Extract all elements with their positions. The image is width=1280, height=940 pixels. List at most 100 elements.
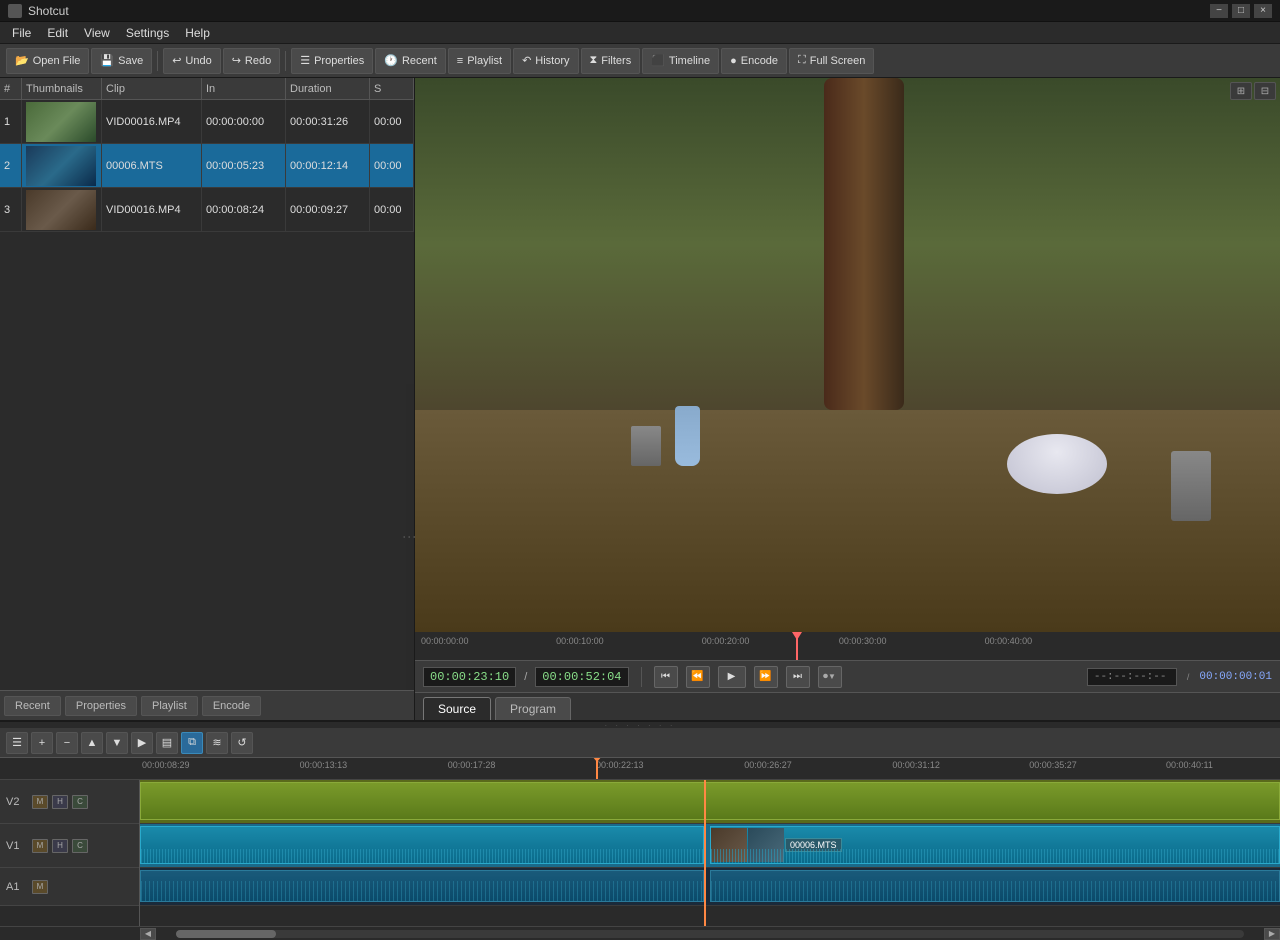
encode-icon: ● [730, 55, 737, 67]
play-button[interactable]: ▶ [718, 666, 746, 688]
scroll-left-arrow[interactable]: ◀ [140, 928, 156, 940]
skip-forward-button[interactable]: ⏭ [786, 666, 810, 688]
timeline-list-button[interactable]: ▤ [156, 732, 178, 754]
ruler-container: 00:00:00:00 00:00:10:00 00:00:20:00 00:0… [419, 632, 1276, 660]
v1-clip-right[interactable]: 00006.MTS [710, 826, 1280, 864]
playlist-button[interactable]: ≡ Playlist [448, 48, 511, 74]
titlebar-controls[interactable]: − □ × [1210, 4, 1272, 18]
timeline-button[interactable]: ⬛ Timeline [642, 48, 719, 74]
row2-clip: 00006.MTS [102, 144, 202, 187]
table-element [1007, 434, 1107, 494]
tab-playlist[interactable]: Playlist [141, 696, 198, 716]
track-v1-hide[interactable]: H [52, 839, 68, 853]
history-icon: ↶ [522, 54, 531, 67]
thumbnail-3 [26, 190, 96, 230]
menu-help[interactable]: Help [177, 24, 218, 42]
a1-cut-line [704, 868, 706, 905]
v2-clip[interactable] [140, 782, 1280, 820]
undo-button[interactable]: ↩ Undo [163, 48, 221, 74]
track-v1-lock[interactable]: C [72, 839, 88, 853]
restore-button[interactable]: □ [1232, 4, 1250, 18]
track-name-a1: A1 [6, 881, 28, 893]
panel-resize-handle[interactable]: ⋮ [406, 384, 414, 690]
timeline-scrollbar[interactable]: ◀ ▶ [0, 926, 1280, 940]
recent-icon: 🕐 [384, 54, 398, 67]
zoom-fit-button[interactable]: ⊞ [1230, 82, 1252, 100]
grid-button[interactable]: ⊟ [1254, 82, 1276, 100]
encode-button[interactable]: ● Encode [721, 48, 787, 74]
tl-mark-5: 00:00:31:12 [892, 760, 940, 770]
tl-mark-6: 00:00:35:27 [1029, 760, 1077, 770]
save-button[interactable]: 💾 Save [91, 48, 152, 74]
skip-back-button[interactable]: ⏮ [654, 666, 678, 688]
menu-view[interactable]: View [76, 24, 118, 42]
toolbar-separator-2 [285, 51, 286, 71]
timeline-loop-button[interactable]: ↺ [231, 732, 253, 754]
step-back-button[interactable]: ⏪ [686, 666, 710, 688]
timeline-down-button[interactable]: ▼ [106, 732, 128, 754]
tab-properties[interactable]: Properties [65, 696, 137, 716]
timeline-menu-button[interactable]: ☰ [6, 732, 28, 754]
step-forward-button[interactable]: ⏩ [754, 666, 778, 688]
timeline-ripple-button[interactable]: ▶ [131, 732, 153, 754]
timeline-icon: ⬛ [651, 54, 665, 67]
track-v1-mute[interactable]: M [32, 839, 48, 853]
row1-clip: VID00016.MP4 [102, 100, 202, 143]
ruler-mark-1: 00:00:10:00 [556, 636, 604, 646]
row2-dur: 00:00:12:14 [286, 144, 370, 187]
menu-settings[interactable]: Settings [118, 24, 177, 42]
redo-button[interactable]: ↪ Redo [223, 48, 281, 74]
chair-element [631, 426, 661, 466]
close-button[interactable]: × [1254, 4, 1272, 18]
playlist-row-1[interactable]: 1 VID00016.MP4 00:00:00:00 00:00:31:26 0… [0, 100, 414, 144]
timeline-scrub-button[interactable]: ≋ [206, 732, 228, 754]
timecode-current[interactable]: 00:00:23:10 [423, 667, 516, 687]
track-v2-lock[interactable]: C [72, 795, 88, 809]
playlist-row-2[interactable]: 2 00006.MTS 00:00:05:23 00:00:12:14 00:0… [0, 144, 414, 188]
a1-clip-left[interactable] [140, 870, 704, 902]
row1-dur: 00:00:31:26 [286, 100, 370, 143]
timeline-ruler[interactable]: 00:00:08:29 00:00:13:13 00:00:17:28 00:0… [0, 758, 1280, 780]
scroll-right-arrow[interactable]: ▶ [1264, 928, 1280, 940]
track-a1-mute[interactable]: M [32, 880, 48, 894]
row1-num: 1 [0, 100, 22, 143]
row3-clip: VID00016.MP4 [102, 188, 202, 231]
app-icon [8, 4, 22, 18]
tab-program[interactable]: Program [495, 697, 571, 720]
track-v2-hide[interactable]: H [52, 795, 68, 809]
timeline-add-button[interactable]: + [31, 732, 53, 754]
thumbnail-1 [26, 102, 96, 142]
menu-file[interactable]: File [4, 24, 39, 42]
timeline-up-button[interactable]: ▲ [81, 732, 103, 754]
playlist-row-3[interactable]: 3 VID00016.MP4 00:00:08:24 00:00:09:27 0… [0, 188, 414, 232]
fullscreen-button[interactable]: ⛶ Full Screen [789, 48, 874, 74]
timeline-snap-button[interactable]: ⧉ [181, 732, 203, 754]
tab-encode[interactable]: Encode [202, 696, 261, 716]
tree-element [824, 78, 904, 410]
open-file-button[interactable]: 📂 Open File [6, 48, 89, 74]
v1-clip-main[interactable] [140, 826, 704, 864]
tl-mark-7: 00:00:40:11 [1166, 760, 1213, 770]
track-v2-mute[interactable]: M [32, 795, 48, 809]
filters-button[interactable]: ⧗ Filters [581, 48, 641, 74]
history-button[interactable]: ↶ History [513, 48, 578, 74]
tab-source[interactable]: Source [423, 697, 491, 720]
preview-corner-buttons: ⊞ ⊟ [1230, 82, 1276, 100]
timeline-remove-button[interactable]: − [56, 732, 78, 754]
tl-mark-2: 00:00:17:28 [448, 760, 496, 770]
recent-button[interactable]: 🕐 Recent [375, 48, 446, 74]
row3-sp: 00:00 [370, 188, 414, 231]
toolbar-separator [157, 51, 158, 71]
playlist-icon: ≡ [457, 55, 463, 67]
record-button[interactable]: ⏺ ▼ [818, 666, 842, 688]
track-v1: 00006.MTS [140, 824, 1280, 868]
menu-edit[interactable]: Edit [39, 24, 76, 42]
scroll-track[interactable] [176, 930, 1244, 938]
preview-ruler[interactable]: 00:00:00:00 00:00:10:00 00:00:20:00 00:0… [415, 632, 1280, 660]
minimize-button[interactable]: − [1210, 4, 1228, 18]
a1-clip-right[interactable] [710, 870, 1280, 902]
girl-figure [675, 406, 700, 466]
properties-button[interactable]: ☰ Properties [291, 48, 373, 74]
scroll-thumb[interactable] [176, 930, 276, 938]
tab-recent[interactable]: Recent [4, 696, 61, 716]
